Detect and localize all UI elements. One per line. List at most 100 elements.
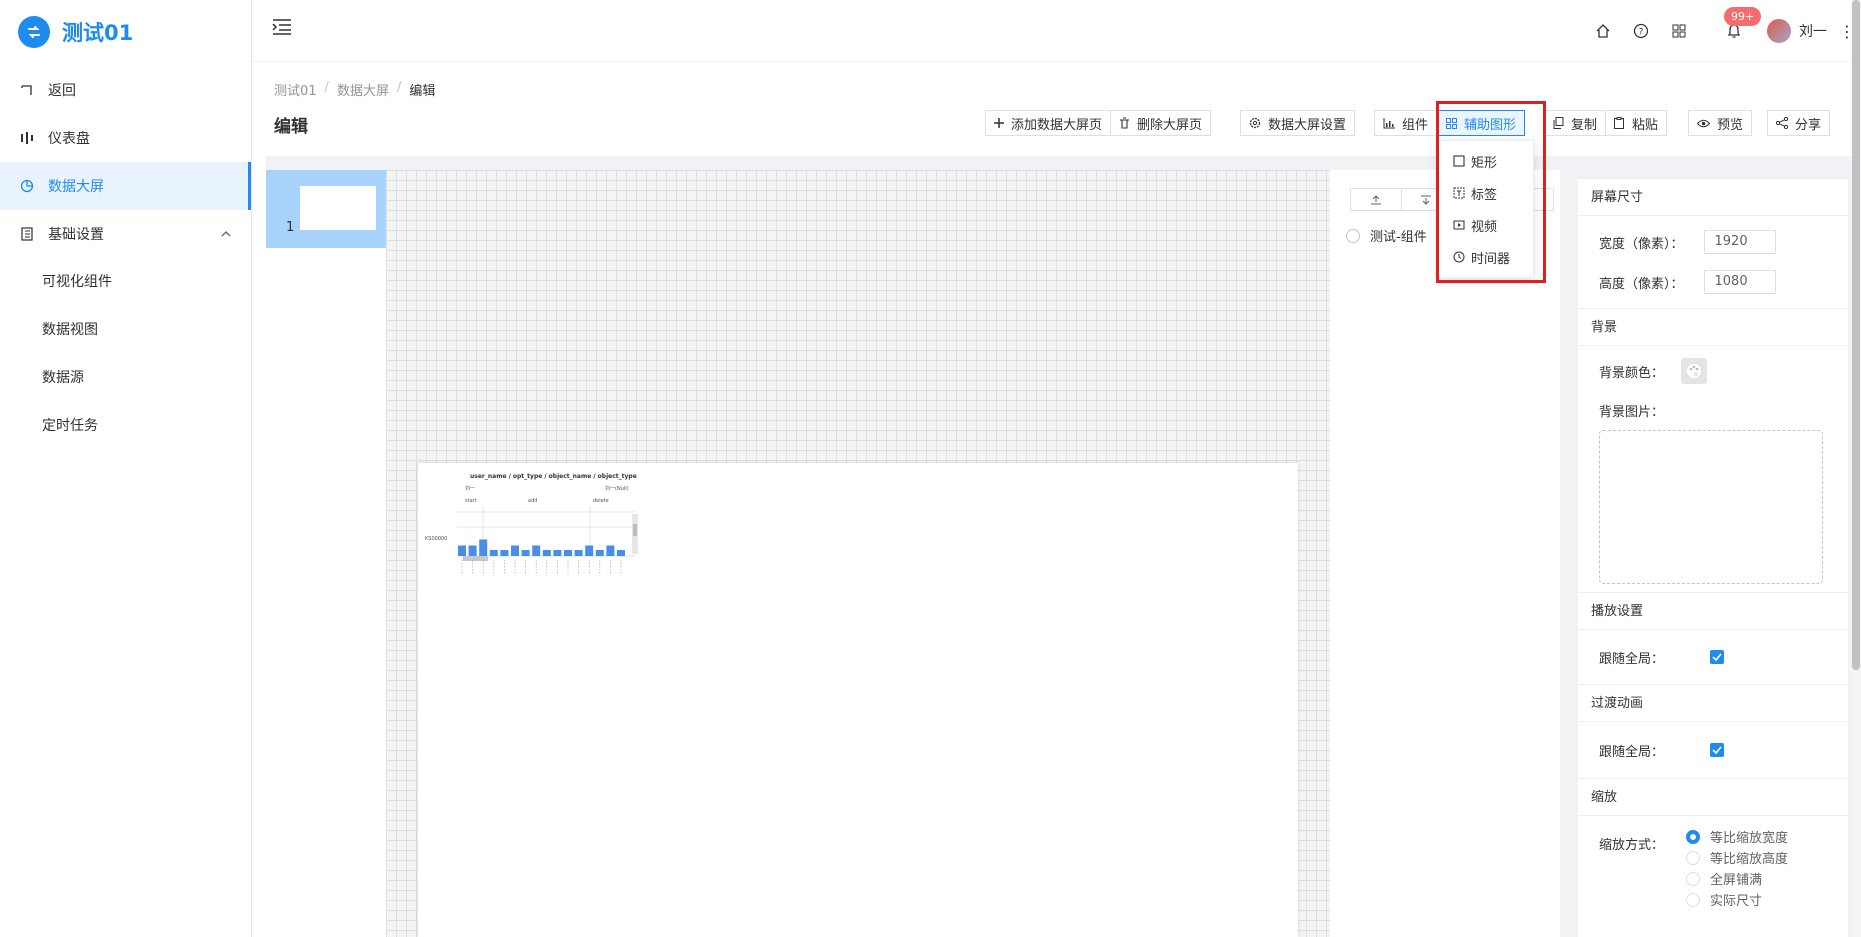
add-screen-page-button[interactable]: 添加数据大屏页 [985,110,1112,136]
sidebar-item-label: 返回 [48,83,76,99]
chart-bar [553,550,562,556]
rectangle-icon [1453,155,1465,167]
move-up-icon[interactable] [1351,189,1402,210]
apps-icon[interactable] [1671,23,1687,39]
aux-shapes-button[interactable]: 辅助图形 [1437,110,1526,136]
video-icon [1453,219,1465,231]
copy-button[interactable]: 复制 [1544,110,1607,136]
scale-option[interactable]: 全屏铺满 [1686,868,1788,889]
palette-icon[interactable] [1681,358,1708,384]
layer-radio[interactable] [1346,228,1360,243]
breadcrumb-item[interactable]: 数据大屏 [337,80,389,99]
sidebar-item-label: 仪表盘 [48,131,90,147]
sidebar-subitem-data-sources[interactable]: 数据源 [0,354,251,402]
bell-icon[interactable]: 99+ [1724,7,1762,39]
radio-selected[interactable] [1686,829,1701,844]
help-icon[interactable]: ? [1633,23,1649,39]
chart-bar [564,550,572,556]
chart-widget-plot [457,506,638,574]
top-header: ? 99+ 刘一 ⋮ [252,0,1861,62]
svg-text:?: ? [1639,28,1644,38]
page-actions-group: 添加数据大屏页 删除大屏页 [985,110,1212,136]
scrollbar-thumb[interactable] [1852,0,1860,670]
preview-group: 预览 [1688,110,1753,136]
width-input[interactable]: 1920 [1703,230,1776,254]
scale-option[interactable]: 等比缩放高度 [1686,847,1788,868]
section-playback: 播放设置 [1578,592,1848,630]
follow-global-label: 跟随全局： [1599,651,1665,667]
page-scrollbar[interactable] [1851,0,1861,937]
sidebar-subitem-visual-components[interactable]: 可视化组件 [0,258,251,306]
breadcrumb-item[interactable]: 测试01 [274,80,317,99]
plus-icon [994,118,1004,128]
aux-shapes-dropdown: 矩形 标签 视频 时间器 [1438,140,1534,278]
chart-widget[interactable]: user_name / opt_type / object_name / obj… [425,470,640,590]
chart-bar [479,539,488,556]
layer-item-label: 测试-组件 [1370,230,1427,245]
radio[interactable] [1686,850,1701,865]
layer-panel: 测试-组件 [1330,170,1560,937]
gear-icon [1249,117,1261,129]
grid-icon [1446,117,1458,129]
settings-group: 数据大屏设置 [1240,110,1356,136]
components-button[interactable]: 组件 [1374,110,1438,136]
bg-image-upload[interactable] [1599,430,1823,584]
sidebar-item-dashboard[interactable]: 仪表盘 [0,114,251,162]
chart-bar [468,545,477,556]
dropdown-item-label[interactable]: 标签 [1439,177,1533,209]
sidebar-subitem-scheduled-tasks[interactable]: 定时任务 [0,402,251,450]
copy-icon [1553,117,1564,129]
sidebar-item-label: 基础设置 [48,227,104,243]
share-button[interactable]: 分享 [1767,110,1831,136]
transition-follow-global-checkbox[interactable] [1710,743,1725,757]
share-icon [1776,117,1788,129]
follow-global-checkbox[interactable] [1710,650,1725,664]
chart-bar [521,550,530,556]
dropdown-item-rectangle[interactable]: 矩形 [1439,145,1533,177]
sidebar-item-data-screen[interactable]: 数据大屏 [0,162,251,210]
breadcrumb-current: 编辑 [409,84,436,99]
brand[interactable]: 测试01 [0,0,251,64]
radio[interactable] [1686,871,1701,886]
chart-bar [511,545,519,556]
chart-bar [489,550,498,556]
book-icon [20,227,34,241]
username[interactable]: 刘一 [1799,21,1827,41]
home-icon[interactable] [1595,23,1611,39]
chart-bar [532,545,541,556]
preview-button[interactable]: 预览 [1688,110,1753,136]
paste-icon [1614,117,1625,129]
radio[interactable] [1686,892,1701,907]
dropdown-item-video[interactable]: 视频 [1439,209,1533,241]
notification-badge: 99+ [1724,7,1762,26]
height-label: 高度（像素）： [1599,276,1684,292]
layer-item[interactable]: 测试-组件 [1346,226,1427,245]
brand-logo-icon [18,16,50,48]
scale-option[interactable]: 实际尺寸 [1686,889,1788,910]
dashboard-icon [20,131,34,145]
chart-bar [574,550,583,556]
chart-bar [458,545,466,556]
menu-toggle-icon[interactable] [272,18,292,40]
label-icon [1453,187,1465,199]
page-thumbnail[interactable]: 1 [266,170,386,248]
trash-icon [1119,117,1130,129]
chart-bar [585,545,594,556]
section-screen-size: 屏幕尺寸 [1578,178,1848,216]
scale-mode-label: 缩放方式： [1599,838,1665,853]
sidebar-item-basic-settings[interactable]: 基础设置 [0,210,251,258]
sidebar-item-back[interactable]: 返回 [0,66,251,114]
bg-color-label: 背景颜色： [1599,365,1665,381]
dropdown-item-timer[interactable]: 时间器 [1439,241,1533,273]
avatar[interactable] [1767,19,1791,43]
chevron-up-icon [221,226,231,242]
chart-bar [617,550,625,556]
delete-screen-page-button[interactable]: 删除大屏页 [1111,110,1212,136]
height-input[interactable]: 1080 [1703,270,1776,294]
chart-bar [595,550,604,556]
screen-settings-button[interactable]: 数据大屏设置 [1240,110,1356,136]
paste-button[interactable]: 粘贴 [1606,110,1668,136]
eye-icon [1697,119,1710,128]
sidebar-subitem-data-views[interactable]: 数据视图 [0,306,251,354]
scale-option[interactable]: 等比缩放宽度 [1686,826,1788,847]
